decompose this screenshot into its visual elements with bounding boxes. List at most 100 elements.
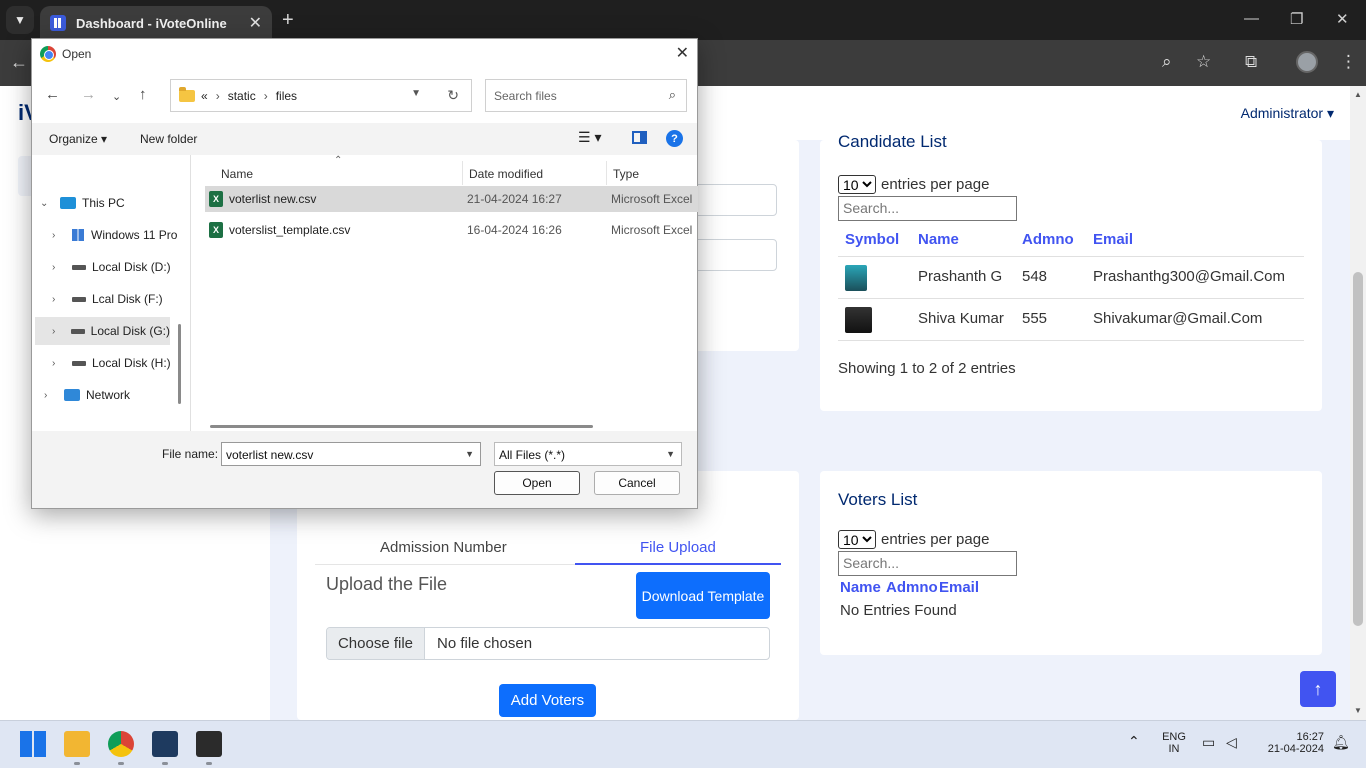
refresh-icon[interactable]: ↻ (447, 87, 459, 104)
close-tab-icon[interactable]: ✕ (249, 13, 262, 33)
candidate-entries-select[interactable]: 10 (838, 175, 876, 194)
nav-pane-scrollbar[interactable] (178, 324, 181, 404)
vscode-icon[interactable] (152, 731, 178, 757)
file-chooser[interactable]: Choose file No file chosen (326, 627, 770, 660)
add-voters-button[interactable]: Add Voters (499, 684, 596, 717)
collapsed-chevron-icon[interactable]: › (52, 358, 62, 369)
extensions-icon[interactable]: ⧉ (1245, 52, 1257, 72)
scroll-up-icon[interactable]: ▲ (1354, 90, 1362, 99)
page-scrollbar[interactable]: ▲ ▼ (1350, 86, 1366, 720)
col-name[interactable]: Name (840, 579, 881, 596)
file-row[interactable]: X voterslist_template.csv 16-04-2024 16:… (205, 217, 698, 243)
voters-search-input[interactable]: Search... (838, 551, 1017, 576)
file-list-hscrollbar[interactable] (210, 425, 593, 428)
bookmark-star-icon[interactable]: ☆ (1196, 52, 1211, 72)
path-dropdown-icon[interactable]: ▼ (411, 88, 421, 99)
choose-file-button[interactable]: Choose file (327, 628, 425, 659)
col-separator[interactable] (462, 161, 463, 185)
col-admno[interactable]: Admno (886, 579, 938, 596)
cancel-button[interactable]: Cancel (594, 471, 680, 495)
candidate-search-input[interactable]: Search... (838, 196, 1017, 221)
col-type-header[interactable]: Type (613, 167, 639, 181)
col-email[interactable]: Email (939, 579, 979, 596)
collapsed-chevron-icon[interactable]: › (52, 230, 62, 241)
collapsed-chevron-icon[interactable]: › (52, 326, 61, 337)
col-email[interactable]: Email (1093, 231, 1133, 248)
collapsed-chevron-icon[interactable]: › (52, 294, 62, 305)
nav-back-icon[interactable]: ← (45, 86, 60, 103)
lang-code: ENG (1162, 731, 1186, 743)
col-name[interactable]: Name (918, 231, 959, 248)
nav-up-icon[interactable]: ↑ (139, 86, 147, 103)
collapsed-chevron-icon[interactable]: › (44, 390, 54, 401)
col-admno[interactable]: Admno (1022, 231, 1074, 248)
tree-item-network[interactable]: › Network (44, 381, 184, 409)
file-name-dropdown-icon[interactable]: ▼ (465, 449, 474, 459)
path-overflow[interactable]: « (201, 89, 208, 103)
maximize-icon[interactable]: ❐ (1290, 10, 1303, 28)
tree-item-disk-f[interactable]: › Lcal Disk (F:) (52, 285, 192, 313)
minimize-icon[interactable]: — (1244, 10, 1259, 27)
col-name-header[interactable]: Name (221, 167, 253, 181)
path-segment-files[interactable]: files (276, 89, 297, 103)
file-explorer-icon[interactable] (64, 731, 90, 757)
voters-list-card: Voters List 10 entries per page Search..… (820, 471, 1322, 655)
clock-date: 21-04-2024 (1267, 743, 1324, 755)
tree-item-disk-h[interactable]: › Local Disk (H:) (52, 349, 192, 377)
zoom-icon[interactable]: ⌕ (1162, 52, 1172, 72)
browser-tab-dashboard[interactable]: Dashboard - iVoteOnline ✕ (40, 6, 272, 40)
open-button[interactable]: Open (494, 471, 580, 495)
voters-entries-select[interactable]: 10 (838, 530, 876, 549)
tree-item-disk-g[interactable]: › Local Disk (G:) (35, 317, 170, 345)
path-segment-static[interactable]: static (228, 89, 256, 103)
tree-item-windows[interactable]: › Windows 11 Pro (52, 221, 192, 249)
tree-item-disk-d[interactable]: › Local Disk (D:) (52, 253, 192, 281)
user-menu[interactable]: Administrator ▾ (1241, 105, 1334, 122)
profile-avatar[interactable] (1296, 51, 1318, 73)
preview-pane-icon[interactable] (632, 131, 647, 144)
pane-divider[interactable] (190, 155, 191, 431)
dialog-close-icon[interactable]: ✕ (676, 43, 689, 63)
nav-forward-icon[interactable]: → (81, 86, 96, 103)
collapsed-chevron-icon[interactable]: › (52, 262, 62, 273)
tree-label: Local Disk (D:) (92, 260, 171, 274)
download-template-button[interactable]: Download Template (636, 572, 770, 619)
notification-bell-icon[interactable]: 🔔︎ (1332, 734, 1350, 751)
organize-menu[interactable]: Organize ▾ (49, 132, 107, 146)
tray-overflow-icon[interactable]: ⌃ (1128, 733, 1140, 750)
search-files-input[interactable]: Search files ⌕ (485, 79, 687, 112)
disk-icon (72, 264, 86, 270)
file-row[interactable]: X voterlist new.csv 21-04-2024 16:27 Mic… (205, 186, 698, 212)
expanded-chevron-icon[interactable]: ⌄ (40, 198, 50, 209)
back-arrow-icon[interactable]: ← (10, 52, 28, 73)
recent-locations-chevron-icon[interactable]: ⌄ (112, 90, 121, 103)
file-name-input[interactable]: voterlist new.csv ▼ (221, 442, 481, 466)
browser-menu-icon[interactable]: ⋮ (1340, 52, 1357, 72)
tree-item-this-pc[interactable]: ⌄ This PC (40, 189, 180, 217)
col-separator[interactable] (606, 161, 607, 185)
terminal-icon[interactable] (196, 731, 222, 757)
col-symbol[interactable]: Symbol (845, 231, 899, 248)
back-to-top-button[interactable]: ↑ (1300, 671, 1336, 707)
file-type-filter[interactable]: All Files (*.*) ▼ (494, 442, 682, 466)
window-close-icon[interactable]: ✕ (1336, 10, 1349, 28)
col-date-header[interactable]: Date modified (469, 167, 543, 181)
address-path-bar[interactable]: « › static › files ▼ ↻ (170, 79, 472, 112)
filter-dropdown-icon[interactable]: ▼ (666, 449, 675, 459)
start-button-icon[interactable] (20, 731, 46, 757)
tab-admission-number[interactable]: Admission Number (380, 539, 507, 556)
help-icon[interactable]: ? (666, 130, 683, 147)
tab-search-chevron-icon[interactable]: ▼ (6, 6, 34, 34)
new-folder-button[interactable]: New folder (140, 132, 197, 146)
scroll-down-icon[interactable]: ▼ (1354, 706, 1362, 715)
chrome-taskbar-icon[interactable] (108, 731, 134, 757)
network-status-icon[interactable]: ▭ (1202, 734, 1215, 751)
language-indicator[interactable]: ENG IN (1160, 731, 1188, 755)
view-options-icon[interactable]: ☰ ▾ (578, 129, 601, 146)
volume-icon[interactable]: ◁ (1226, 734, 1237, 751)
tab-file-upload[interactable]: File Upload (640, 539, 716, 556)
row-divider (838, 298, 1304, 299)
clock[interactable]: 16:27 21-04-2024 (1258, 731, 1324, 755)
new-tab-button[interactable]: + (282, 9, 294, 32)
scroll-thumb[interactable] (1353, 272, 1363, 626)
